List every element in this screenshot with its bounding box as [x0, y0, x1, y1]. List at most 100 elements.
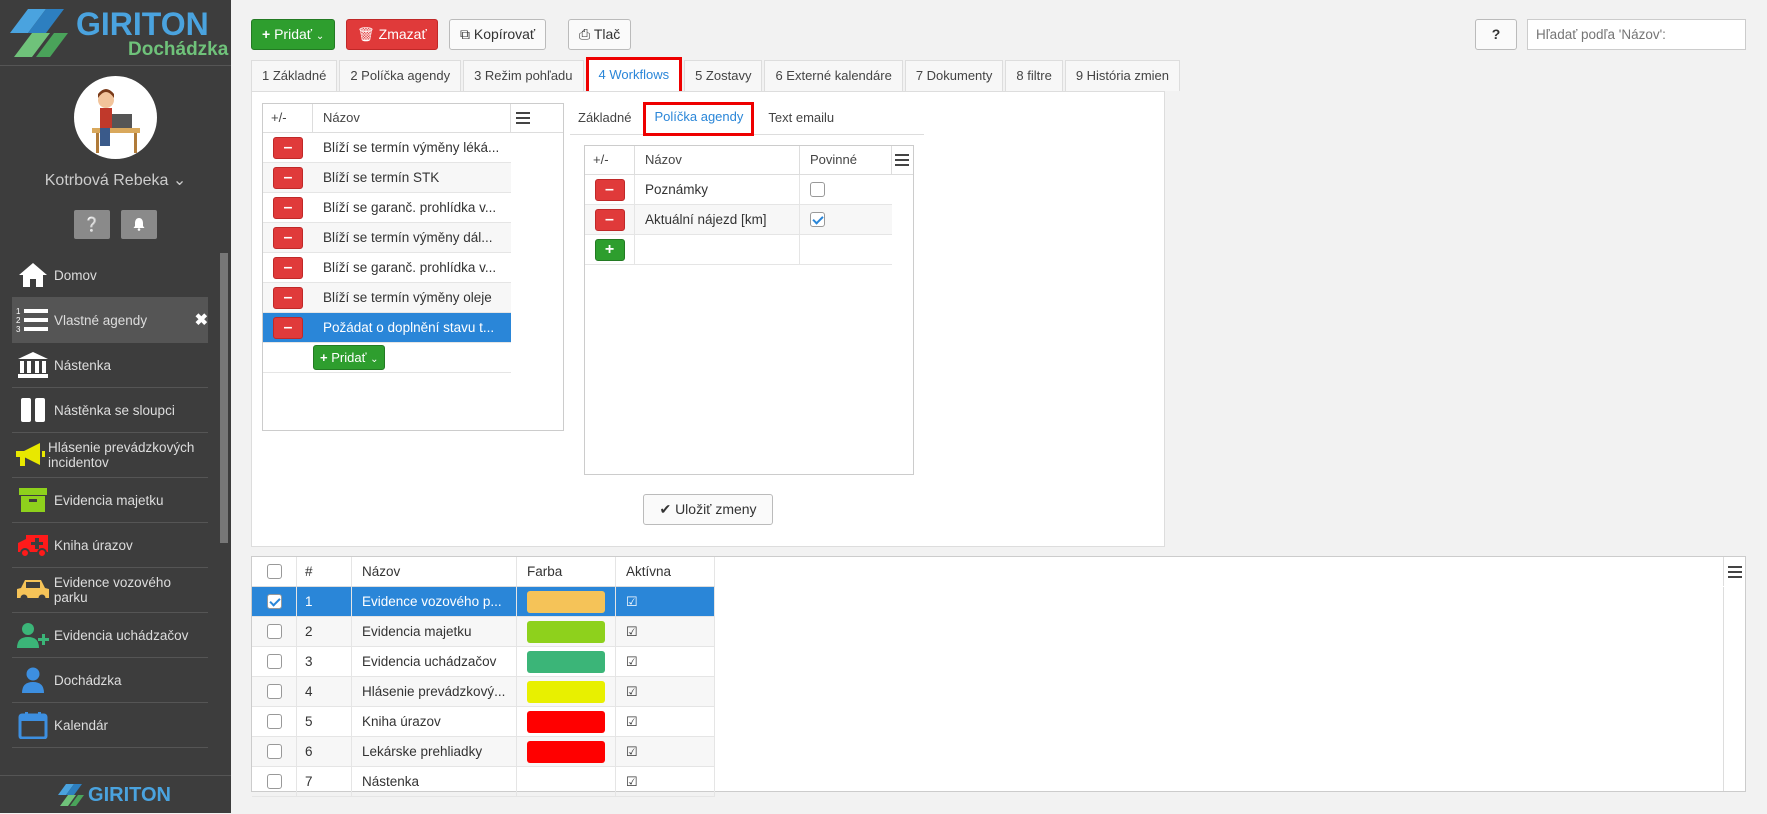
workflow-row[interactable]: – Blíží se termín výměny dál...	[263, 223, 511, 253]
tab-zostavy[interactable]: 5 Zostavy	[684, 60, 763, 91]
columns-icon	[14, 395, 52, 425]
row-checkbox[interactable]	[266, 744, 282, 759]
row-checkbox[interactable]	[266, 684, 282, 699]
notifications-button[interactable]	[121, 210, 157, 239]
grid-menu-button[interactable]	[892, 146, 912, 174]
remove-button[interactable]: –	[273, 226, 303, 249]
copy-button[interactable]: ⧉ Kopírovať	[449, 19, 547, 50]
remove-button[interactable]: –	[273, 166, 303, 189]
sidebar-item-evidencia-uchadzacov[interactable]: Evidencia uchádzačov	[12, 613, 208, 658]
column-name[interactable]: Názov	[313, 104, 511, 132]
workflow-row[interactable]: – Blíží se termín STK	[263, 163, 511, 193]
search-input[interactable]	[1527, 19, 1746, 50]
row-checkbox[interactable]	[266, 594, 282, 609]
sidebar-item-evidence-vozoveho-parku[interactable]: Evidence vozového parku	[12, 568, 208, 613]
help-button[interactable]: ❔	[74, 210, 110, 239]
row-checkbox[interactable]	[266, 714, 282, 729]
remove-button[interactable]: –	[594, 208, 625, 231]
remove-button[interactable]: –	[273, 286, 303, 309]
tab-rezim-pohladu[interactable]: 3 Režim pohľadu	[463, 60, 584, 91]
avatar-icon	[92, 89, 140, 153]
remove-button[interactable]: –	[273, 196, 303, 219]
remove-button[interactable]: –	[273, 316, 303, 339]
sidebar-item-vlastne-agendy[interactable]: 123 Vlastné agendy ✖	[12, 298, 208, 343]
help-button[interactable]: ?	[1475, 19, 1517, 50]
add-workflow-button[interactable]: + Pridať ⌄	[313, 345, 386, 370]
subtab-policka-agendy[interactable]: Políčka agendy	[643, 102, 755, 136]
logo[interactable]: GIRITON Dochádzka	[0, 0, 231, 66]
field-row[interactable]: – Poznámky	[585, 175, 892, 205]
table-row-selected[interactable]: 1 Evidence vozového p... ☑	[252, 587, 715, 617]
column-name[interactable]: Názov	[352, 557, 517, 586]
tab-zakladne[interactable]: 1 Základné	[251, 60, 338, 91]
close-icon[interactable]: ✖	[195, 310, 208, 330]
table-row[interactable]: 7 Nástenka ☑	[252, 767, 715, 797]
save-button[interactable]: ✔ Uložiť zmeny	[643, 494, 773, 525]
table-row[interactable]: 4 Hlásenie prevádzkový... ☑	[252, 677, 715, 707]
column-active[interactable]: Aktívna	[616, 557, 715, 586]
field-row[interactable]: – Aktuální nájezd [km]	[585, 205, 892, 235]
table-row[interactable]: 5 Kniha úrazov ☑	[252, 707, 715, 737]
table-row[interactable]: 3 Evidencia uchádzačov ☑	[252, 647, 715, 677]
workflow-name: Blíží se termín výměny léká...	[323, 140, 500, 155]
sidebar-item-evidencia-majetku[interactable]: Evidencia majetku	[12, 478, 208, 523]
row-number: 6	[297, 737, 352, 766]
sidebar-item-dochadzka[interactable]: Dochádzka	[12, 658, 208, 703]
field-name: Aktuální nájezd [km]	[635, 205, 800, 234]
remove-button[interactable]: –	[273, 256, 303, 279]
add-field-button[interactable]: +	[594, 238, 625, 261]
required-checkbox[interactable]	[810, 182, 825, 198]
column-color[interactable]: Farba	[517, 557, 616, 586]
bank-icon	[14, 350, 52, 380]
sidebar-scrollbar[interactable]	[220, 253, 228, 543]
subtab-zakladne[interactable]: Základné	[570, 104, 639, 134]
subtab-text-emailu[interactable]: Text emailu	[760, 104, 842, 134]
tab-externe-kalendare[interactable]: 6 Externé kalendáre	[764, 60, 903, 91]
grid-header: +/- Názov Povinné	[585, 146, 913, 175]
table-scrollbar[interactable]	[1723, 587, 1745, 791]
tab-policka-agendy[interactable]: 2 Políčka agendy	[339, 60, 462, 91]
workflow-name: Blíží se termín STK	[323, 170, 440, 185]
copy-button-label: Kopírovať	[473, 26, 536, 42]
row-checkbox[interactable]	[266, 654, 282, 669]
tab-filtre[interactable]: 8 filtre	[1005, 60, 1063, 91]
row-checkbox[interactable]	[266, 624, 282, 639]
add-button[interactable]: + Pridať ⌄	[251, 19, 336, 50]
sidebar-item-kniha-urazov[interactable]: Kniha úrazov	[12, 523, 208, 568]
row-checkbox[interactable]	[266, 774, 282, 789]
calendar-icon	[14, 710, 52, 740]
workflow-row[interactable]: – Blíží se termín výměny léká...	[263, 133, 511, 163]
remove-button[interactable]: –	[594, 178, 625, 201]
grid-menu-button[interactable]	[1723, 557, 1745, 586]
workflow-row[interactable]: – Blíží se garanč. prohlídka v...	[263, 253, 511, 283]
workflow-row[interactable]: – Blíží se termín výměny oleje	[263, 283, 511, 313]
sidebar-item-label: Evidencia majetku	[54, 492, 164, 508]
tab-dokumenty[interactable]: 7 Dokumenty	[904, 60, 1004, 91]
sidebar-item-kalendar[interactable]: Kalendár	[12, 703, 208, 748]
user-name-dropdown[interactable]: Kotrbová Rebeka ⌄	[0, 170, 231, 190]
avatar[interactable]	[74, 76, 157, 159]
delete-button-label: Zmazať	[378, 26, 427, 42]
tab-workflows[interactable]: 4 Workflows	[585, 57, 683, 94]
sidebar-item-domov[interactable]: Domov	[12, 253, 208, 298]
column-number[interactable]: #	[297, 557, 352, 586]
sidebar-item-nastenka[interactable]: Nástenka	[12, 343, 208, 388]
table-row[interactable]: 6 Lekárske prehliadky ☑	[252, 737, 715, 767]
sidebar-item-label: Hlásenie prevádzkových incidentov	[48, 440, 195, 470]
print-button[interactable]: ⎙ Tlač	[568, 19, 632, 50]
table-row[interactable]: 2 Evidencia majetku ☑	[252, 617, 715, 647]
required-checkbox-checked[interactable]	[810, 212, 825, 228]
table-header: # Názov Farba Aktívna	[252, 557, 715, 587]
sidebar-item-hlasenie-incidentov[interactable]: Hlásenie prevádzkových incidentov	[12, 433, 208, 478]
grid-menu-button[interactable]	[511, 104, 535, 132]
workflow-name: Blíží se garanč. prohlídka v...	[323, 200, 497, 215]
select-all-checkbox[interactable]	[266, 564, 282, 579]
workflow-row-selected[interactable]: – Požádat o doplnění stavu t...	[263, 313, 511, 343]
column-required[interactable]: Povinné	[800, 146, 892, 174]
tab-historia-zmien[interactable]: 9 História zmien	[1064, 60, 1181, 91]
workflow-row[interactable]: – Blíží se garanč. prohlídka v...	[263, 193, 511, 223]
sidebar-item-nastenka-se-sloupci[interactable]: Nástěnka se sloupci	[12, 388, 208, 433]
remove-button[interactable]: –	[273, 136, 303, 159]
delete-button[interactable]: 🗑 Zmazať	[346, 19, 438, 50]
column-name[interactable]: Názov	[635, 146, 800, 174]
